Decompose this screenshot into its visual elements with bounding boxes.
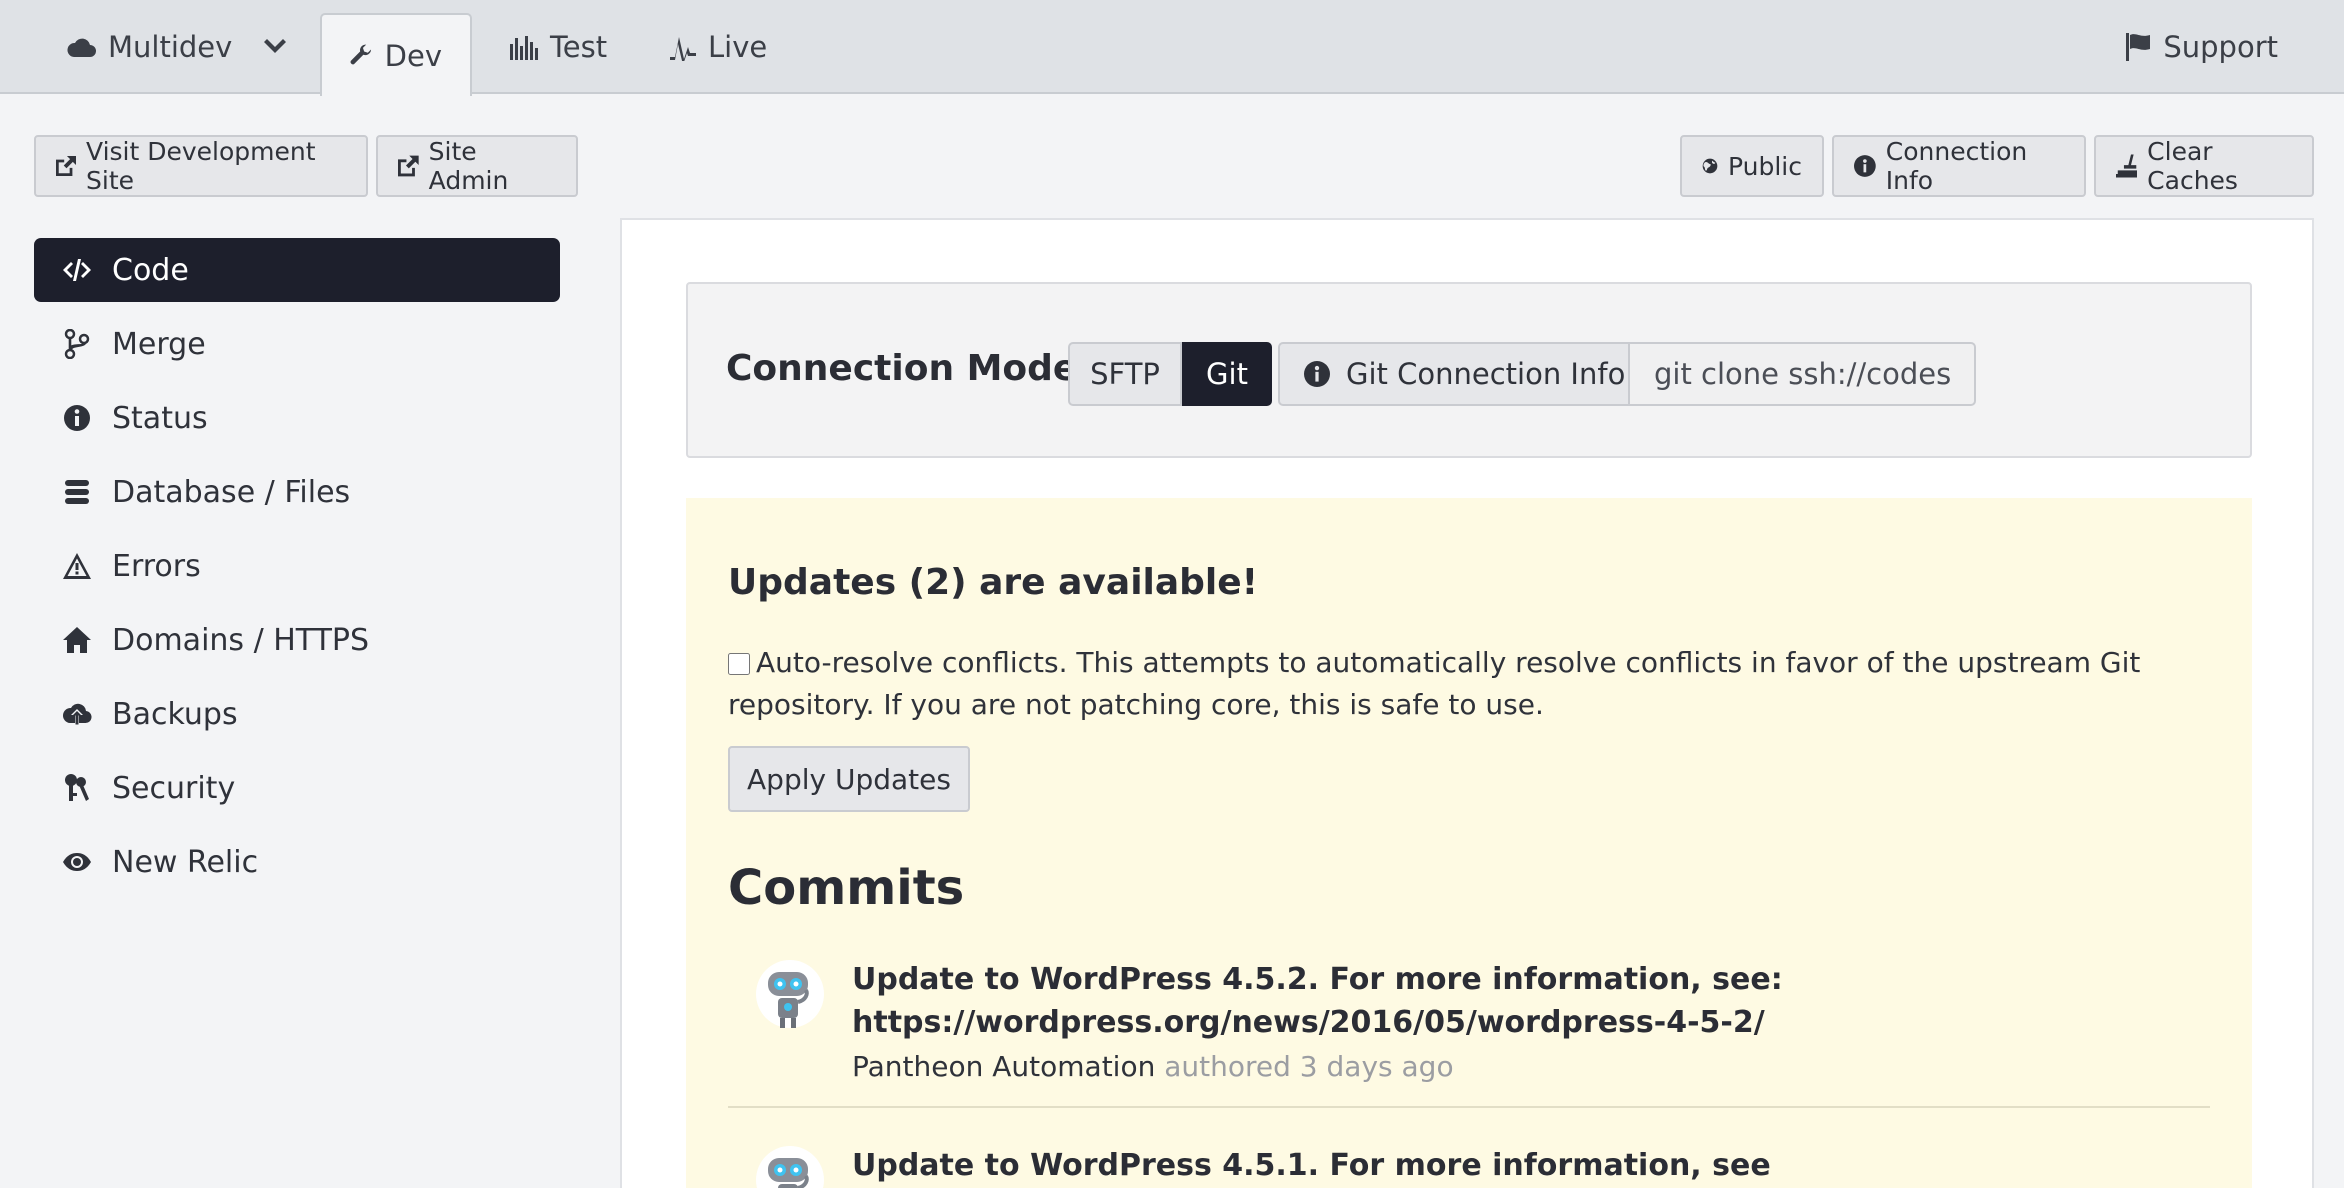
connection-mode-box: Connection Mode: SFTP Git Git Connection…: [686, 282, 2252, 458]
tab-label: Dev: [384, 38, 442, 73]
sidebar-item-label: Backups: [112, 696, 238, 732]
tab-label: Live: [708, 30, 768, 64]
visit-development-site-button[interactable]: Visit Development Site: [34, 135, 368, 197]
auto-resolve-label: Auto-resolve conflicts. This attempts to…: [728, 646, 2141, 721]
eye-icon: [63, 853, 91, 871]
git-connection-info-button[interactable]: Git Connection Info: [1278, 342, 1630, 406]
commit-message: Update to WordPress 4.5.2. For more info…: [852, 962, 1783, 1040]
sidebar-item-label: Errors: [112, 548, 201, 584]
auto-resolve-checkbox[interactable]: [728, 653, 750, 675]
sidebar-item-new-relic[interactable]: New Relic: [34, 830, 560, 894]
sidebar-item-domains-https[interactable]: Domains / HTTPS: [34, 608, 560, 672]
tab-label: Multidev: [108, 30, 233, 64]
code-panel: Connection Mode: SFTP Git Git Connection…: [620, 218, 2314, 1188]
sidebar-nav: Code Merge Status Database / Files Error…: [34, 238, 560, 904]
sidebar-item-code[interactable]: Code: [34, 238, 560, 302]
flag-icon: [2126, 33, 2151, 61]
git-mode-button[interactable]: Git: [1182, 342, 1272, 406]
connection-info-button[interactable]: Connection Info: [1832, 135, 2086, 197]
button-label: Clear Caches: [2147, 137, 2238, 195]
tab-support[interactable]: Support: [2095, 0, 2308, 94]
commit-item: Update to WordPress 4.5.1. For more info…: [728, 1144, 2210, 1188]
sidebar-item-label: Database / Files: [112, 474, 351, 510]
sidebar-item-status[interactable]: Status: [34, 386, 560, 450]
info-icon: [1304, 361, 1330, 387]
info-icon: [64, 405, 90, 431]
chevron-down-icon: [264, 39, 287, 53]
clear-caches-button[interactable]: Clear Caches: [2094, 135, 2314, 197]
sidebar-item-backups[interactable]: Backups: [34, 682, 560, 746]
sftp-mode-button[interactable]: SFTP: [1068, 342, 1182, 406]
info-icon: [1854, 155, 1876, 177]
robot-avatar: [756, 1146, 824, 1188]
connection-mode-label: Connection Mode:: [726, 348, 1092, 389]
site-admin-button[interactable]: Site Admin: [376, 135, 578, 197]
cloud-icon: [67, 38, 96, 57]
commits-heading: Commits: [728, 860, 965, 916]
sidebar-item-label: Security: [112, 770, 236, 806]
broom-icon: [2116, 154, 2138, 178]
home-icon: [63, 627, 91, 653]
tab-dev[interactable]: Dev: [320, 13, 472, 96]
auto-resolve-option[interactable]: Auto-resolve conflicts. This attempts to…: [728, 642, 2218, 726]
button-label: Visit Development Site: [86, 137, 316, 195]
external-link-icon: [56, 155, 77, 177]
tab-label: Test: [550, 30, 608, 64]
updates-panel: Updates (2) are available! Auto-resolve …: [686, 498, 2252, 1188]
sidebar-item-errors[interactable]: Errors: [34, 534, 560, 598]
external-link-icon: [398, 155, 419, 177]
tab-label: Support: [2163, 30, 2278, 64]
apply-updates-button[interactable]: Apply Updates: [728, 746, 970, 812]
sidebar-item-security[interactable]: Security: [34, 756, 560, 820]
button-label: Site Admin: [428, 137, 509, 195]
database-icon: [65, 480, 89, 504]
button-label: Connection Info: [1885, 137, 2028, 195]
sidebar-item-label: Merge: [112, 326, 206, 362]
environment-tab-bar: Multidev Dev Test Live Support: [0, 0, 2344, 96]
commit-meta: Pantheon Automation authored 3 days ago: [852, 1050, 1454, 1083]
cloud-upload-icon: [62, 703, 92, 725]
wrench-icon: [350, 44, 372, 64]
button-label: Git Connection Info: [1346, 357, 1626, 391]
globe-icon: [1702, 158, 1718, 174]
git-clone-command-field[interactable]: [1628, 342, 1976, 406]
sidebar-item-label: Domains / HTTPS: [112, 622, 370, 658]
warning-icon: [63, 553, 91, 579]
keys-icon: [65, 774, 89, 801]
code-icon: [63, 259, 91, 281]
sidebar-item-label: New Relic: [112, 844, 259, 880]
sidebar-item-merge[interactable]: Merge: [34, 312, 560, 376]
commit-author: Pantheon Automation: [852, 1050, 1156, 1083]
commit-item: Update to WordPress 4.5.2. For more info…: [728, 958, 2210, 1108]
commit-message: Update to WordPress 4.5.1. For more info…: [852, 1148, 1771, 1183]
updates-title: Updates (2) are available!: [728, 562, 1259, 603]
tab-test[interactable]: Test: [480, 0, 637, 94]
sidebar-item-label: Status: [112, 400, 208, 436]
commit-time: authored 3 days ago: [1164, 1050, 1454, 1083]
pulse-icon: [670, 37, 696, 61]
sidebar-item-database-files[interactable]: Database / Files: [34, 460, 560, 524]
merge-icon: [64, 329, 90, 359]
equalizer-icon: [510, 36, 538, 60]
robot-avatar: [756, 960, 824, 1028]
tab-multidev[interactable]: Multidev: [36, 0, 318, 94]
public-button[interactable]: Public: [1680, 135, 1824, 197]
button-label: Public: [1728, 151, 1802, 181]
sidebar-item-label: Code: [112, 252, 189, 288]
tab-live[interactable]: Live: [640, 0, 797, 94]
